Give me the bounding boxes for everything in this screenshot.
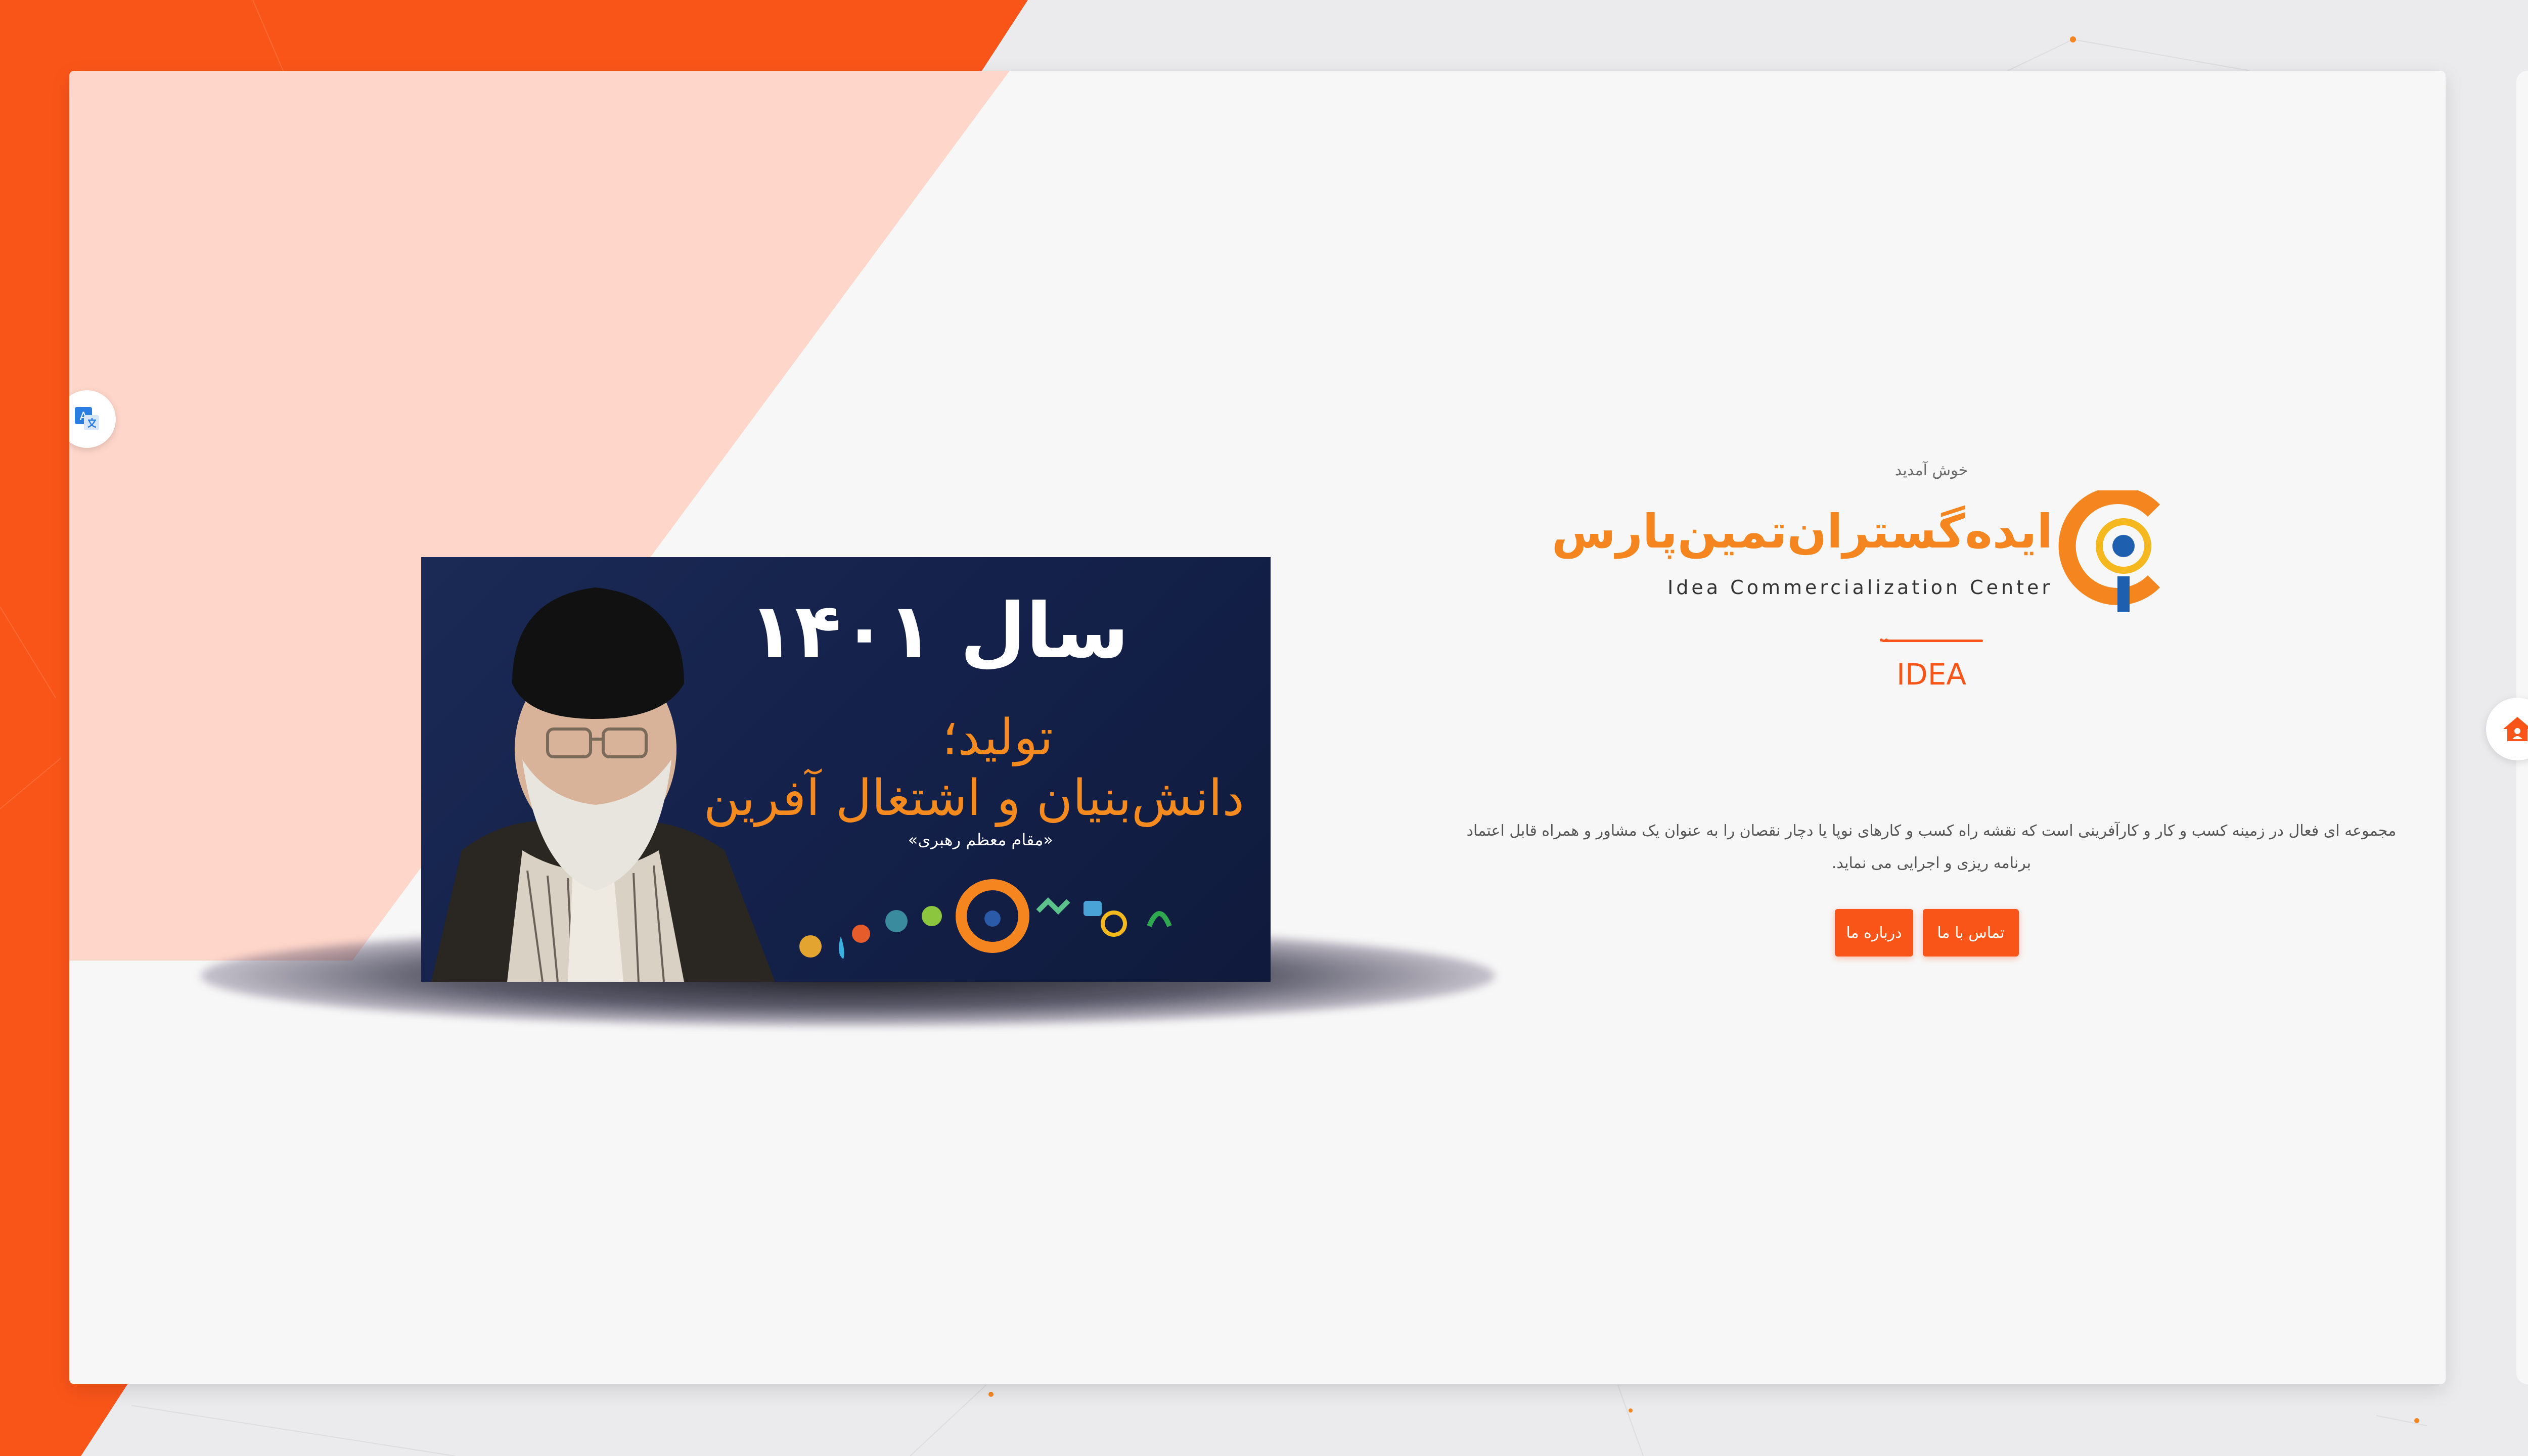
- welcome-text: خوش آمدید: [1894, 462, 1968, 479]
- banner-quote-credit: «مقام معظم رهبری»: [908, 830, 1053, 849]
- translate-icon: A: [75, 407, 99, 430]
- hero-banner: سال ۱۴۰۱ تولید؛ دانش‌بنیان و اشتغال آفری…: [421, 557, 1271, 982]
- hero-description: مجموعه ای فعال در زمینه کسب و کار و کارآ…: [1466, 822, 2397, 872]
- about-button[interactable]: درباره ما: [1835, 909, 1913, 957]
- banner-title: سال ۱۴۰۱: [748, 587, 1129, 675]
- tagline-text: IDEA: [1896, 657, 1967, 692]
- brand-divider: [1882, 640, 1983, 642]
- home-icon: [2503, 717, 2528, 741]
- brand-logo: ایده‌گستران‌تمین‌پارس Idea Commercializa…: [1552, 490, 2189, 627]
- brand-name-fa: ایده‌گستران‌تمین‌پارس: [1551, 505, 2053, 559]
- partner-logos: [799, 879, 1172, 959]
- divider-dots: [1880, 639, 1888, 642]
- banner-line-1: تولید؛: [942, 709, 1053, 766]
- main-card: سال ۱۴۰۱ تولید؛ دانش‌بنیان و اشتغال آفری…: [69, 71, 2446, 1384]
- contact-button[interactable]: تماس با ما: [1923, 909, 2019, 957]
- brand-name-en: Idea Commercialization Center: [1667, 576, 2053, 599]
- banner-line-2: دانش‌بنیان و اشتغال آفرین: [703, 769, 1244, 827]
